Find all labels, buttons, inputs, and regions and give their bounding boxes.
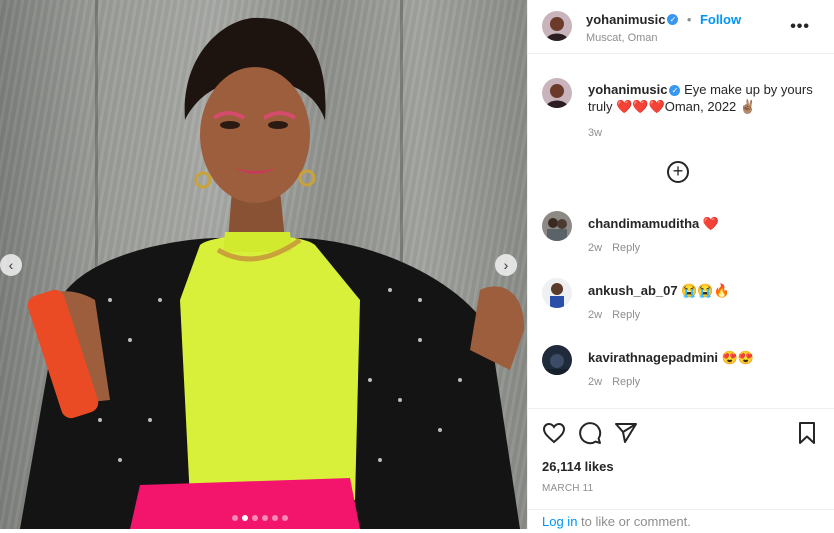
comment-time[interactable]: 2w (588, 242, 602, 254)
verified-icon: ✓ (667, 14, 679, 26)
comment-item: chandimamuditha ❤️ 2w Reply (542, 211, 822, 267)
commenter-avatar[interactable] (542, 211, 572, 241)
carousel-dot (282, 515, 288, 521)
post-sidebar: yohanimusic ✓ • Follow Muscat, Oman ••• y… (527, 0, 834, 529)
share-icon (615, 423, 637, 443)
comment-text: 😍😍 (721, 350, 755, 365)
post-photo: ‹ › (0, 0, 527, 529)
post-header: yohanimusic ✓ • Follow Muscat, Oman ••• (528, 0, 834, 54)
more-icon: ••• (790, 18, 810, 35)
comment-icon (579, 422, 602, 445)
carousel-dot (262, 515, 268, 521)
carousel-dot (232, 515, 238, 521)
more-options-button[interactable]: ••• (790, 18, 810, 36)
carousel-prev-button[interactable]: ‹ (0, 254, 22, 276)
comment-username[interactable]: ankush_ab_07 (588, 283, 678, 298)
caption-username[interactable]: yohanimusic (588, 82, 667, 97)
carousel-indicator (232, 515, 288, 521)
comment-time[interactable]: 2w (588, 376, 602, 388)
comment-item: kavirathnagepadmini 😍😍 2w Reply (542, 345, 822, 401)
heart-icon (542, 422, 566, 444)
comments-section: yohanimusic ✓ Eye make up by yours truly … (528, 54, 834, 408)
like-button[interactable] (542, 421, 566, 445)
comment-item: ankush_ab_07 😭😭🔥 2w Reply (542, 278, 822, 334)
verified-icon: ✓ (669, 85, 681, 97)
reply-button[interactable]: Reply (612, 309, 640, 321)
post-date[interactable]: MARCH 11 (542, 483, 593, 494)
follow-button[interactable]: Follow (700, 12, 741, 27)
comment-text: 😭😭🔥 (681, 283, 730, 298)
share-button[interactable] (614, 421, 638, 445)
likes-count[interactable]: 26,114 likes (542, 459, 614, 474)
commenter-avatar[interactable] (542, 345, 572, 375)
person-figure (20, 17, 525, 529)
carousel-dot-active (242, 515, 248, 521)
commenter-avatar[interactable] (542, 278, 572, 308)
chevron-left-icon: ‹ (8, 257, 14, 273)
caption-avatar[interactable] (542, 78, 572, 108)
comment-username[interactable]: kavirathnagepadmini (588, 350, 718, 365)
author-avatar[interactable] (542, 11, 572, 41)
carousel-dot (272, 515, 278, 521)
caption-time[interactable]: 3w (588, 125, 820, 142)
post-location[interactable]: Muscat, Oman (586, 32, 741, 44)
author-username[interactable]: yohanimusic (586, 12, 665, 27)
comment-text: ❤️ (702, 216, 720, 231)
reply-button[interactable]: Reply (612, 242, 640, 254)
login-prompt: Log in to like or comment. (528, 509, 834, 533)
bookmark-icon (799, 422, 815, 444)
login-link[interactable]: Log in (542, 514, 577, 529)
post-actions: 26,114 likes MARCH 11 Log in to like or … (528, 408, 834, 530)
save-button[interactable] (795, 421, 819, 445)
comment-button[interactable] (578, 421, 602, 445)
carousel-dot (252, 515, 258, 521)
chevron-right-icon: › (503, 257, 509, 273)
comment-username[interactable]: chandimamuditha (588, 216, 699, 231)
comment-time[interactable]: 2w (588, 309, 602, 321)
load-more-comments-button[interactable]: + (667, 161, 689, 183)
separator-dot: • (686, 12, 692, 27)
reply-button[interactable]: Reply (612, 376, 640, 388)
carousel-next-button[interactable]: › (495, 254, 517, 276)
login-prompt-text: to like or comment. (577, 514, 691, 529)
add-comment-icon: + (672, 161, 684, 181)
